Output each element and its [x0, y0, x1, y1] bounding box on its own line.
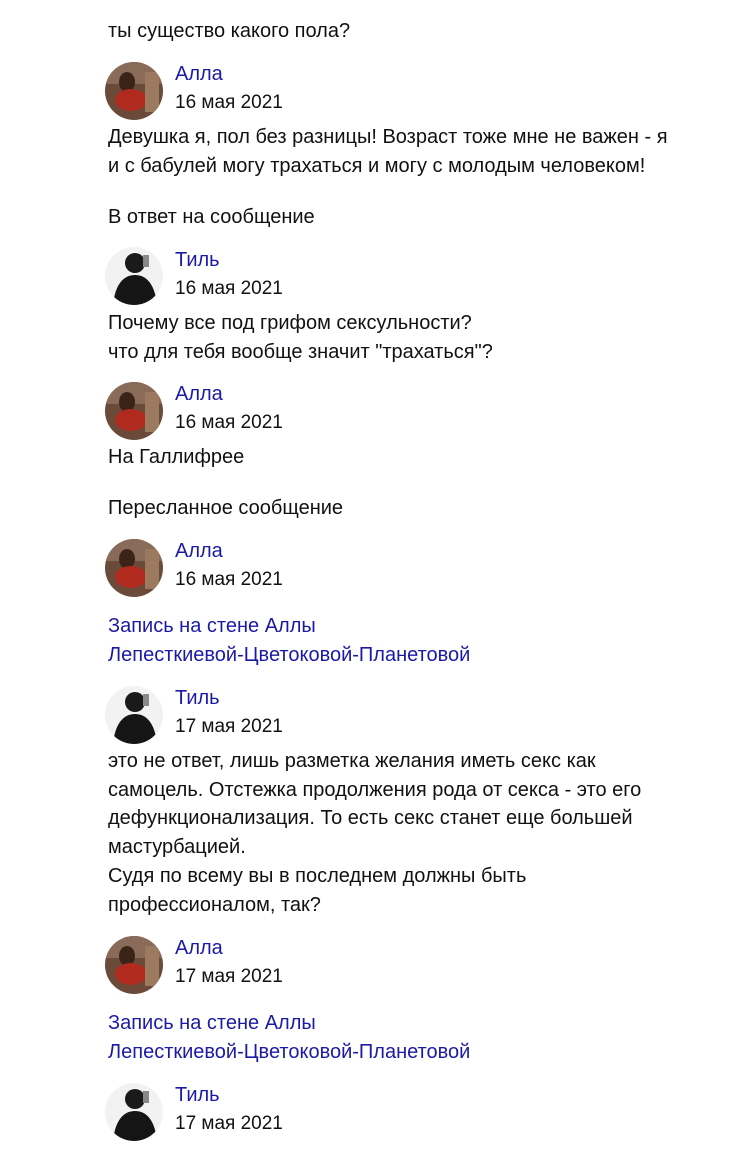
post-date: 16 мая 2021 — [175, 412, 283, 433]
avatar-alla[interactable] — [105, 62, 163, 120]
wall-post-link[interactable]: Запись на стене Аллы — [108, 612, 316, 641]
post-date: 17 мая 2021 — [175, 1113, 283, 1134]
wall-post-link[interactable]: Лепесткиевой-Цветоковой-Планетовой — [108, 1038, 470, 1067]
author-name[interactable]: Тиль — [175, 247, 220, 273]
post-date: 16 мая 2021 — [175, 92, 283, 113]
message-text: Почему все под грифом сексульности? — [108, 312, 472, 334]
avatar-til[interactable] — [105, 1083, 163, 1141]
author-name[interactable]: Тиль — [175, 685, 220, 711]
author-name[interactable]: Тиль — [175, 1082, 220, 1108]
avatar-alla[interactable] — [105, 539, 163, 597]
message-text: самоцель. Отстежка продолжения рода от с… — [108, 779, 642, 801]
post-date: 17 мая 2021 — [175, 966, 283, 987]
avatar-alla[interactable] — [105, 382, 163, 440]
avatar-alla[interactable] — [105, 936, 163, 994]
message-text: мастурбацией. — [108, 836, 246, 858]
forwarded-label: Пересланное сообщение — [108, 497, 344, 519]
post-date: 16 мая 2021 — [175, 278, 283, 299]
author-name[interactable]: Алла — [175, 381, 223, 407]
message-text: что для тебя вообще значит "трахаться"? — [108, 341, 493, 363]
author-name[interactable]: Алла — [175, 935, 223, 961]
avatar-til[interactable] — [105, 247, 163, 305]
message-text: и с бабулей могу трахаться и могу с моло… — [108, 155, 646, 177]
message-text: На Галлифрее — [108, 446, 245, 468]
message-text: Девушка я, пол без разницы! Возраст тоже… — [108, 126, 668, 148]
message-text: это не ответ, лишь разметка желания имет… — [108, 750, 596, 772]
avatar-til[interactable] — [105, 686, 163, 744]
author-name[interactable]: Алла — [175, 538, 223, 564]
author-name[interactable]: Алла — [175, 61, 223, 87]
reply-label: В ответ на сообщение — [108, 206, 315, 228]
message-text: ты существо какого пола? — [108, 20, 351, 42]
wall-post-link[interactable]: Лепесткиевой-Цветоковой-Планетовой — [108, 641, 470, 670]
post-date: 17 мая 2021 — [175, 716, 283, 737]
message-text: Судя по всему вы в последнем должны быть — [108, 865, 527, 887]
post-date: 16 мая 2021 — [175, 569, 283, 590]
message-text: профессионалом, так? — [108, 894, 321, 916]
message-text: дефункционализация. То есть секс станет … — [108, 807, 633, 829]
message-thread: ты существо какого пола? Алла 16 мая 202… — [0, 0, 750, 1154]
wall-post-link[interactable]: Запись на стене Аллы — [108, 1009, 316, 1038]
